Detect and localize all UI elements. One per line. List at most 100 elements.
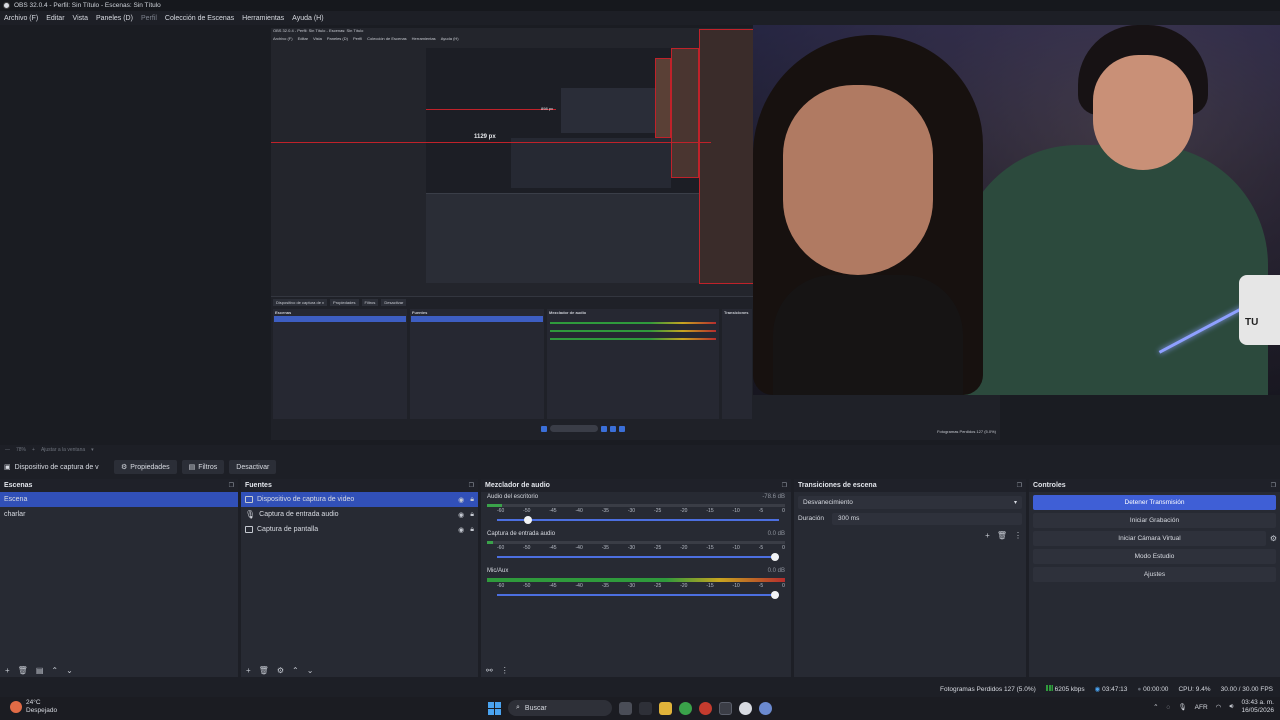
trash-icon[interactable]: 🗑 xyxy=(997,531,1007,540)
filter-icon[interactable]: ▤ xyxy=(36,666,44,675)
move-down-icon[interactable]: ⌄ xyxy=(66,666,73,675)
volume-knob[interactable] xyxy=(771,591,779,599)
settings-button[interactable]: Ajustes xyxy=(1033,567,1276,582)
language-indicator[interactable]: AFR xyxy=(1195,704,1208,711)
scene-item[interactable]: charlar xyxy=(0,507,238,522)
menu-perfil[interactable]: Perfil xyxy=(141,15,157,22)
more-icon[interactable]: ⋮ xyxy=(1014,531,1022,540)
menu-archivo[interactable]: Archivo (F) xyxy=(4,15,38,22)
app-icon[interactable] xyxy=(699,701,712,715)
file-explorer-icon[interactable] xyxy=(659,701,672,715)
nested-taskbar xyxy=(541,425,625,432)
volume-knob[interactable] xyxy=(524,516,533,524)
mixer-channel: Audio del escritorio -78.6 dB -60 -50 -45 -4… xyxy=(481,492,791,524)
properties-button[interactable]: ⚙ Propiedades xyxy=(114,460,177,474)
volume-icon[interactable]: 🔊︎ xyxy=(1229,703,1233,711)
mic-icon[interactable]: 🎙︎ xyxy=(1178,703,1186,711)
meter-scale: -60 -50 -45 -40 -35 -30 -25 -20 -15 -10 -5 0 xyxy=(487,583,785,589)
add-icon[interactable]: + xyxy=(5,666,10,675)
taskbar-search[interactable]: ⌕ Buscar xyxy=(508,700,612,716)
obs-taskbar-icon[interactable] xyxy=(719,701,732,715)
volume-slider[interactable] xyxy=(497,553,779,561)
deactivate-button[interactable]: Desactivar xyxy=(229,460,277,474)
start-virtual-camera-button[interactable]: Iniciar Cámara Virtual ⚙ xyxy=(1033,531,1277,546)
gear-icon[interactable]: ⚙ xyxy=(277,666,284,675)
preview-canvas[interactable]: OBS 32.0.4 - Perfil: Sin Título - Escena… xyxy=(0,25,1280,445)
eye-icon[interactable]: ◉ xyxy=(458,496,464,504)
scale-tick: -50 xyxy=(523,583,531,589)
zoom-out-icon[interactable]: — xyxy=(5,447,10,453)
network-icon[interactable]: ◌ xyxy=(1167,704,1171,711)
add-icon[interactable]: + xyxy=(985,531,990,540)
volume-slider[interactable] xyxy=(497,516,779,524)
chevron-down-icon[interactable]: ▾ xyxy=(91,447,94,453)
scale-tick: -25 xyxy=(654,583,662,589)
source-label: Captura de pantalla xyxy=(257,526,319,533)
weather-widget[interactable]: 24°C Despejado xyxy=(10,699,57,715)
stop-streaming-button[interactable]: Detener Transmisión xyxy=(1033,495,1276,510)
duration-input[interactable]: 300 ms xyxy=(832,512,1022,525)
undock-icon[interactable]: ❐ xyxy=(1017,482,1022,489)
source-item[interactable]: Captura de pantalla ◉ 🔒︎ xyxy=(241,522,478,537)
wifi-icon[interactable]: ◠ xyxy=(1216,703,1222,711)
move-down-icon[interactable]: ⌄ xyxy=(307,666,314,675)
trash-icon[interactable]: 🗑 xyxy=(18,666,28,675)
menu-coleccion-escenas[interactable]: Colección de Escenas xyxy=(165,15,234,22)
scene-item[interactable]: Escena xyxy=(0,492,238,507)
undock-icon[interactable]: ❐ xyxy=(229,482,234,489)
studio-mode-button[interactable]: Modo Estudio xyxy=(1033,549,1276,564)
nested-dock-title: Escenas xyxy=(275,310,292,315)
start-recording-button[interactable]: Iniciar Grabación xyxy=(1033,513,1276,528)
link-icon[interactable]: ⚯ xyxy=(486,666,493,675)
volume-knob[interactable] xyxy=(771,553,779,561)
lock-icon[interactable]: 🔒︎ xyxy=(470,496,474,504)
gear-icon[interactable]: ⚙ xyxy=(1270,534,1277,543)
scale-tick: -20 xyxy=(680,545,688,551)
menu-herramientas[interactable]: Herramientas xyxy=(242,15,284,22)
undock-icon[interactable]: ❐ xyxy=(1271,482,1276,489)
fit-window-label[interactable]: Ajustar a la ventana xyxy=(41,447,85,453)
clock[interactable]: 03:43 a. m. 16/05/2026 xyxy=(1241,699,1274,715)
nested-audio-meter xyxy=(550,330,716,332)
nested-dock-title: Transiciones xyxy=(724,310,749,315)
eye-icon[interactable]: ◉ xyxy=(458,511,464,519)
nested-app-icon xyxy=(619,425,625,432)
source-item[interactable]: Dispositivo de captura de video ◉ 🔒︎ xyxy=(241,492,478,507)
eye-icon[interactable]: ◉ xyxy=(458,526,464,534)
scenes-dock: Escenas ❐ Escena charlar + 🗑 ▤ ⌃ ⌄ xyxy=(0,479,238,677)
nested-dock-title: Fuentes xyxy=(412,310,428,315)
lock-icon[interactable]: 🔒︎ xyxy=(470,526,474,534)
weather-icon xyxy=(10,701,22,713)
zoom-level[interactable]: 78% xyxy=(16,447,26,453)
undock-icon[interactable]: ❐ xyxy=(782,482,787,489)
menu-vista[interactable]: Vista xyxy=(73,15,88,22)
audio-meter-level xyxy=(487,541,493,544)
task-view-icon[interactable] xyxy=(619,701,632,715)
nested-menu-item: Ayuda (H) xyxy=(440,36,459,41)
windows-start-icon[interactable] xyxy=(488,701,501,715)
terminal-icon[interactable] xyxy=(639,701,652,715)
controls-dock: Controles ❐ Detener Transmisión Iniciar … xyxy=(1029,479,1280,677)
filters-button[interactable]: ▤ Filtros xyxy=(181,460,225,474)
camera-icon: ▣ xyxy=(4,464,11,471)
transition-select[interactable]: Desvanecimiento ▾ xyxy=(798,496,1022,509)
zoom-in-icon[interactable]: + xyxy=(32,447,35,453)
menu-paneles[interactable]: Paneles (D) xyxy=(96,15,133,22)
add-icon[interactable]: + xyxy=(246,666,251,675)
volume-slider[interactable] xyxy=(497,591,779,599)
chevron-up-icon[interactable]: ⌃ xyxy=(1153,703,1158,711)
undock-icon[interactable]: ❐ xyxy=(469,482,474,489)
chrome-icon[interactable] xyxy=(679,701,692,715)
lock-icon[interactable]: 🔒︎ xyxy=(470,511,474,519)
menu-editar[interactable]: Editar xyxy=(46,15,64,22)
scale-tick: -10 xyxy=(732,583,740,589)
trash-icon[interactable]: 🗑 xyxy=(259,666,269,675)
app-icon[interactable] xyxy=(739,701,752,715)
move-up-icon[interactable]: ⌃ xyxy=(292,666,299,675)
source-item[interactable]: 🎙︎ Captura de entrada audio ◉ 🔒︎ xyxy=(241,507,478,522)
settings-app-icon[interactable] xyxy=(759,701,772,715)
move-up-icon[interactable]: ⌃ xyxy=(51,666,58,675)
more-icon[interactable]: ⋮ xyxy=(501,666,509,675)
channel-name: Mic/Aux xyxy=(487,568,509,574)
menu-ayuda[interactable]: Ayuda (H) xyxy=(292,15,323,22)
